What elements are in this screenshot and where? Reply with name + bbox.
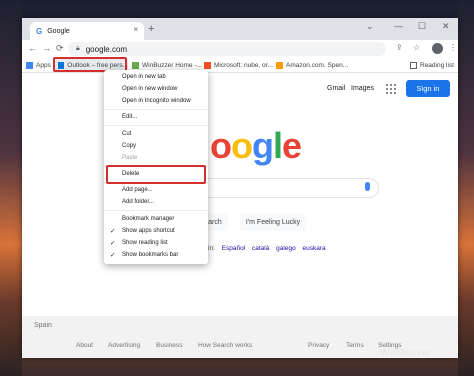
reading-list-button[interactable]: Reading list	[410, 59, 454, 71]
footer-link[interactable]: Advertising	[108, 342, 140, 349]
search-input[interactable]	[190, 178, 379, 198]
images-link[interactable]: Images	[351, 85, 374, 92]
browser-window: G Google × + ⌄ — ☐ ✕ ← → ⟳ 🔒︎ google.com…	[22, 18, 458, 358]
menu-divider	[104, 109, 208, 110]
menu-add-folder[interactable]: Add folder...	[122, 199, 154, 205]
winbuzzer-icon	[132, 61, 139, 69]
lang-link[interactable]: galego	[276, 245, 296, 252]
tab-search-icon[interactable]: ⌄	[366, 21, 374, 32]
bookmark-amazon[interactable]: Amazon.com. Spen...	[276, 59, 348, 71]
amazon-icon	[276, 61, 283, 69]
microsoft-icon	[204, 61, 211, 69]
google-apps-icon[interactable]	[386, 84, 396, 94]
check-icon: ✓	[110, 252, 116, 259]
menu-open-new-window[interactable]: Open in new window	[122, 86, 177, 92]
country-label: Spain	[34, 322, 52, 329]
close-tab-icon[interactable]: ×	[133, 25, 138, 34]
lang-link[interactable]: català	[252, 245, 269, 252]
gmail-link[interactable]: Gmail	[327, 85, 345, 92]
menu-show-reading-list[interactable]: Show reading list	[122, 240, 168, 246]
menu-add-page[interactable]: Add page...	[122, 187, 153, 193]
menu-open-incognito[interactable]: Open in Incognito window	[122, 98, 191, 104]
bookmark-apps[interactable]: Apps	[26, 59, 51, 71]
chrome-menu-icon[interactable]: ⋮	[449, 43, 457, 52]
lang-link[interactable]: Español	[222, 245, 246, 252]
share-icon[interactable]: ⇪	[396, 43, 403, 52]
menu-paste: Paste	[122, 155, 138, 161]
google-favicon-icon: G	[36, 26, 43, 36]
footer-link[interactable]: About	[76, 342, 93, 349]
reading-list-icon	[410, 61, 417, 69]
tab-title: Google	[47, 27, 70, 35]
footer-link[interactable]: Business	[156, 342, 182, 349]
back-button[interactable]: ←	[28, 43, 37, 53]
bookmark-star-icon[interactable]: ☆	[413, 43, 420, 52]
footer-link[interactable]: Terms	[346, 342, 364, 349]
footer-country-bar: Spain	[22, 316, 458, 336]
minimize-button[interactable]: —	[394, 21, 403, 31]
menu-divider	[104, 125, 208, 126]
tab-strip: G Google × + ⌄ — ☐ ✕	[22, 18, 458, 40]
language-offer: in: Español català galego euskara	[208, 245, 326, 252]
address-bar[interactable]: 🔒︎ google.com	[68, 42, 386, 56]
lock-icon: 🔒︎	[76, 45, 80, 52]
reload-button[interactable]: ⟳	[56, 43, 64, 54]
new-tab-button[interactable]: +	[148, 23, 154, 35]
microphone-icon[interactable]	[365, 182, 370, 191]
bookmark-microsoft[interactable]: Microsoft: nube, or...	[204, 59, 273, 71]
google-logo: oogle	[210, 125, 302, 166]
desktop-background-left	[0, 0, 22, 376]
menu-copy[interactable]: Copy	[122, 143, 136, 149]
desktop-background-right	[458, 0, 474, 376]
lang-link[interactable]: euskara	[303, 245, 326, 252]
maximize-button[interactable]: ☐	[418, 21, 426, 32]
delete-highlight-box	[106, 165, 206, 184]
google-homepage: Gmail Images Sign in oogle earch I'm Fee…	[22, 73, 458, 358]
menu-bookmark-manager[interactable]: Bookmark manager	[122, 216, 174, 222]
footer-link[interactable]: How Search works	[198, 342, 252, 349]
check-icon: ✓	[110, 240, 116, 247]
apps-grid-icon	[26, 61, 33, 69]
menu-divider	[104, 210, 208, 211]
menu-cut[interactable]: Cut	[122, 131, 131, 137]
menu-show-bookmarks-bar[interactable]: Show bookmarks bar	[122, 252, 178, 258]
tab-google[interactable]: G Google ×	[30, 22, 144, 40]
feeling-lucky-button[interactable]: I'm Feeling Lucky	[240, 213, 306, 231]
close-window-button[interactable]: ✕	[442, 21, 450, 32]
winbuzzer-watermark: WinBuzzer	[380, 348, 432, 359]
menu-open-new-tab[interactable]: Open in new tab	[122, 74, 166, 80]
footer-link[interactable]: Privacy	[308, 342, 329, 349]
menu-edit[interactable]: Edit...	[122, 114, 137, 120]
check-icon: ✓	[110, 228, 116, 235]
sign-in-button[interactable]: Sign in	[406, 80, 450, 97]
profile-avatar[interactable]	[432, 43, 443, 54]
menu-show-apps-shortcut[interactable]: Show apps shortcut	[122, 228, 175, 234]
url-text: google.com	[85, 44, 128, 54]
forward-button[interactable]: →	[42, 43, 51, 53]
